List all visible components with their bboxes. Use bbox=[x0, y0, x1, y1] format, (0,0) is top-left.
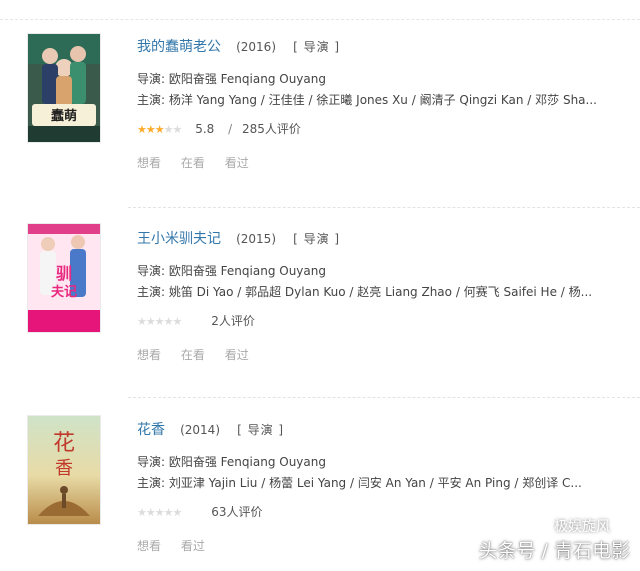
watermark-source: 头条号 / 青石电影 bbox=[478, 540, 630, 562]
star-icon: ★ bbox=[172, 315, 183, 328]
svg-text:夫记: 夫记 bbox=[51, 284, 77, 300]
svg-text:花: 花 bbox=[53, 431, 75, 456]
watched-button[interactable]: 看过 bbox=[181, 539, 205, 553]
role-tag: [ 导演 ] bbox=[293, 232, 341, 246]
poster-image-movie-3[interactable]: 花 香 bbox=[28, 416, 100, 524]
star-icon: ★ bbox=[163, 123, 174, 136]
cast-line: 主演: 刘亚津 Yajin Liu / 杨蕾 Lei Yang / 闫安 An … bbox=[137, 476, 582, 490]
star-icon: ★ bbox=[163, 315, 174, 328]
star-icon: ★ bbox=[137, 506, 147, 519]
item-divider bbox=[128, 207, 640, 208]
role-tag: [ 导演 ] bbox=[237, 423, 285, 437]
star-icon: ★ bbox=[154, 123, 165, 136]
item-divider bbox=[128, 397, 640, 398]
rating-row: ★★★★★ 5.8 / 285人评价 bbox=[137, 120, 301, 137]
action-bar: 想看 看过 bbox=[137, 537, 221, 554]
movie-title-link[interactable]: 我的蠢萌老公 bbox=[137, 39, 221, 55]
star-icon: ★ bbox=[137, 315, 147, 328]
director-line: 导演: 欧阳奋强 Fenqiang Ouyang bbox=[137, 455, 326, 469]
rating-count: 285人评价 bbox=[242, 122, 301, 136]
star-icon: ★ bbox=[154, 506, 165, 519]
star-icon: ★ bbox=[145, 123, 156, 136]
watching-button[interactable]: 在看 bbox=[181, 156, 205, 170]
rating-stars: ★★★★★ bbox=[137, 123, 183, 136]
director-line: 导演: 欧阳奋强 Fenqiang Ouyang bbox=[137, 72, 326, 86]
rating-stars: ★★★★★ bbox=[137, 506, 183, 519]
cast-line: 主演: 姚笛 Di Yao / 郭品超 Dylan Kuo / 赵亮 Liang… bbox=[137, 285, 593, 299]
star-icon: ★ bbox=[172, 506, 183, 519]
watching-button[interactable]: 在看 bbox=[181, 348, 205, 362]
rating-row: ★★★★★ 2人评价 bbox=[137, 312, 255, 329]
svg-text:香: 香 bbox=[55, 458, 73, 479]
watched-button[interactable]: 看过 bbox=[225, 348, 249, 362]
want-to-watch-button[interactable]: 想看 bbox=[137, 348, 161, 362]
star-icon: ★ bbox=[145, 506, 156, 519]
star-icon: ★ bbox=[163, 506, 174, 519]
movie-year: (2014) bbox=[180, 423, 220, 437]
svg-text:蠢萌: 蠢萌 bbox=[50, 108, 77, 124]
star-icon: ★ bbox=[145, 315, 156, 328]
watermark-channel: 极娱旋风 bbox=[554, 519, 610, 535]
movie-list-page: 蠢萌 我的蠢萌老公 (2016) [ 导演 ] 导演: 欧阳奋强 Fenqian… bbox=[0, 0, 640, 571]
action-bar: 想看 在看 看过 bbox=[137, 154, 265, 171]
director-line: 导演: 欧阳奋强 Fenqiang Ouyang bbox=[137, 264, 326, 278]
movie-title-link[interactable]: 王小米驯夫记 bbox=[137, 231, 221, 247]
rating-score: 5.8 bbox=[195, 122, 215, 136]
star-icon: ★ bbox=[137, 123, 147, 136]
movie-title-link[interactable]: 花香 bbox=[137, 422, 165, 438]
cast-line: 主演: 杨洋 Yang Yang / 汪佳佳 / 徐正曦 Jones Xu / … bbox=[137, 93, 597, 107]
rating-count: 63人评价 bbox=[211, 505, 263, 519]
movie-year: (2016) bbox=[236, 40, 276, 54]
star-icon: ★ bbox=[172, 123, 183, 136]
role-tag: [ 导演 ] bbox=[293, 40, 341, 54]
poster-image-movie-1[interactable]: 蠢萌 bbox=[28, 34, 100, 142]
svg-text:驯: 驯 bbox=[56, 264, 72, 283]
action-bar: 想看 在看 看过 bbox=[137, 346, 265, 363]
rating-count: 2人评价 bbox=[211, 314, 255, 328]
want-to-watch-button[interactable]: 想看 bbox=[137, 539, 161, 553]
movie-year: (2015) bbox=[236, 232, 276, 246]
rating-stars: ★★★★★ bbox=[137, 315, 183, 328]
star-icon: ★ bbox=[154, 315, 165, 328]
watched-button[interactable]: 看过 bbox=[225, 156, 249, 170]
poster-image-movie-2[interactable]: 驯 夫记 bbox=[28, 224, 100, 332]
rating-row: ★★★★★ 63人评价 bbox=[137, 503, 262, 520]
want-to-watch-button[interactable]: 想看 bbox=[137, 156, 161, 170]
rating-separator: / bbox=[228, 122, 233, 136]
top-divider bbox=[0, 0, 640, 20]
